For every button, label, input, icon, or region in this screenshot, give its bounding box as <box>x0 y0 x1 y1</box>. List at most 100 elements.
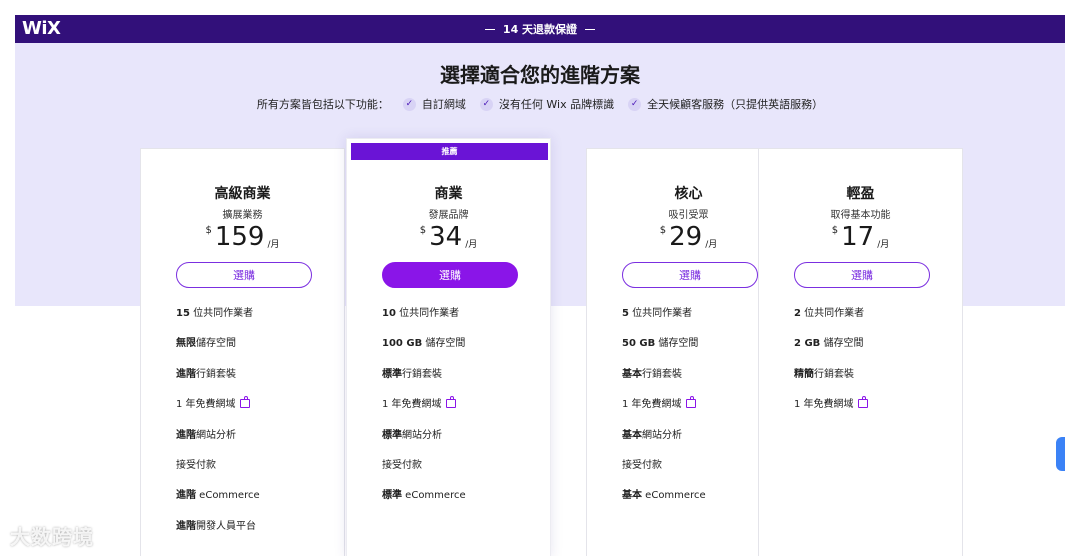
currency-symbol: $ <box>659 225 667 236</box>
feature-text: 網站分析 <box>402 429 442 441</box>
feature-highlight: 無限 <box>176 338 196 350</box>
guarantee-banner: 14 天退款保證 <box>484 21 596 37</box>
feature-item: ✓ 自訂網域 <box>402 96 466 112</box>
plan-feature-item: 進階網站分析 <box>176 426 260 456</box>
plan-feature-item: 進階行銷套裝 <box>176 365 260 395</box>
feature-text: 行銷套裝 <box>642 368 682 380</box>
plan-feature-item: 100 GB 儲存空間 <box>382 334 466 364</box>
feature-highlight: 標準 <box>382 368 402 380</box>
feature-text: 位共同作業者 <box>395 308 460 319</box>
plan-feature-item: 1 年免費網域 <box>176 395 260 425</box>
plan-feature-item: 10 位共同作業者 <box>382 304 466 334</box>
plan-feature-item: 15 位共同作業者 <box>176 304 260 334</box>
features-intro: 所有方案皆包括以下功能： <box>256 98 389 111</box>
price-period: /月 <box>877 240 890 250</box>
plan-subtitle: 發展品牌 <box>428 210 469 221</box>
feature-text: eCommerce <box>196 490 260 502</box>
plan-feature-item: 2 GB 儲存空間 <box>794 334 868 364</box>
plan-name: 商業 <box>434 186 463 202</box>
plan-subtitle: 擴展業務 <box>222 210 263 221</box>
plan-feature-item: 標準網站分析 <box>382 426 466 456</box>
check-icon: ✓ <box>479 97 493 111</box>
feature-highlight: 標準 <box>382 429 402 441</box>
plan-feature-item: 1 年免費網域 <box>794 395 868 425</box>
gift-icon <box>445 396 456 409</box>
feature-text: 行銷套裝 <box>196 368 236 380</box>
feature-text: 位共同作業者 <box>628 308 693 319</box>
select-plan-button[interactable]: 選購 <box>794 262 930 288</box>
feature-text: 位共同作業者 <box>189 308 254 319</box>
feature-text: 1 年免費網域 <box>382 399 442 411</box>
plan-feature-item: 接受付款 <box>622 456 706 486</box>
select-plan-button[interactable]: 選購 <box>382 262 518 288</box>
plan-feature-item: 基本 eCommerce <box>622 486 706 516</box>
plan-feature-item: 1 年免費網域 <box>622 395 706 425</box>
plan-card: 高級商業 擴展業務 $ 159 /月 選購 15 位共同作業者 無限儲存空間 進階行銷套… <box>140 148 345 556</box>
feature-text: 接受付款 <box>176 459 216 471</box>
page-title: 選擇適合您的進階方案 <box>440 63 640 87</box>
plan-feature-list: 10 位共同作業者 100 GB 儲存空間 標準行銷套裝 1 年免費網域 標準網站分析接… <box>382 304 466 517</box>
plan-feature-list: 2 位共同作業者 2 GB 儲存空間 精簡行銷套裝 1 年免費網域 <box>794 304 868 426</box>
feature-highlight: 基本 <box>622 429 642 441</box>
plan-feature-item: 無限儲存空間 <box>176 334 260 364</box>
plan-card: 輕盈 取得基本功能 $ 17 /月 選購 2 位共同作業者 2 GB 儲存空間 精簡行銷… <box>758 148 963 556</box>
feature-highlight: 50 GB <box>622 338 656 350</box>
plan-feature-item: 進階開發人員平台 <box>176 517 260 547</box>
feature-label: 自訂網域 <box>421 98 466 111</box>
features-row: 所有方案皆包括以下功能： ✓ 自訂網域 ✓ 沒有任何 Wix 品牌標識 ✓ 全天候顧客… <box>15 96 1065 112</box>
plan-feature-item: 5 位共同作業者 <box>622 304 706 334</box>
feature-highlight: 進階 <box>176 429 196 441</box>
feature-text: 1 年免費網域 <box>794 399 854 411</box>
feature-text: 接受付款 <box>382 459 422 471</box>
feature-text: eCommerce <box>642 490 706 502</box>
check-icon: ✓ <box>628 97 642 111</box>
feature-highlight: 精簡 <box>794 368 814 380</box>
plan-feature-list: 5 位共同作業者 50 GB 儲存空間 基本行銷套裝 1 年免費網域 基本網站分析 接受付… <box>622 304 706 517</box>
feature-highlight: 基本 <box>622 368 642 380</box>
feature-text: eCommerce <box>402 490 466 502</box>
watermark: 大数跨境 <box>10 525 94 549</box>
feature-item: ✓ 全天候顧客服務（只提供英語服務） <box>628 96 823 112</box>
feature-text: 儲存空間 <box>820 338 864 350</box>
plan-feature-list: 15 位共同作業者 無限儲存空間 進階行銷套裝 1 年免費網域 進階網站分析 接受付款 進階… <box>176 304 260 547</box>
wix-logo[interactable]: WiX <box>22 18 61 39</box>
feature-highlight: 2 GB <box>794 338 821 350</box>
price-amount: 34 <box>429 222 463 252</box>
plan-name: 輕盈 <box>846 186 875 202</box>
plan-feature-item: 標準 eCommerce <box>382 486 466 516</box>
plan-feature-item: 標準行銷套裝 <box>382 365 466 395</box>
price-amount: 29 <box>669 222 703 252</box>
currency-symbol: $ <box>205 225 212 236</box>
feature-highlight: 10 <box>382 308 396 319</box>
top-bar: WiX 14 天退款保證 <box>15 15 1065 43</box>
feature-text: 開發人員平台 <box>196 520 256 532</box>
chat-widget-tab[interactable] <box>1056 437 1065 471</box>
plan-name: 高級商業 <box>214 186 271 202</box>
price-period: /月 <box>267 240 280 250</box>
check-icon: ✓ <box>402 97 416 111</box>
select-plan-button[interactable]: 選購 <box>622 262 758 288</box>
plan-feature-item: 接受付款 <box>176 456 260 486</box>
feature-highlight: 基本 <box>622 490 642 502</box>
feature-text: 接受付款 <box>622 459 662 471</box>
feature-text: 儲存空間 <box>655 338 699 350</box>
feature-item: ✓ 沒有任何 Wix 品牌標識 <box>479 96 614 112</box>
plan-feature-item: 基本行銷套裝 <box>622 365 706 395</box>
recommended-badge: 推薦 <box>351 143 548 160</box>
select-plan-button[interactable]: 選購 <box>176 262 312 288</box>
price-amount: 17 <box>841 222 875 252</box>
currency-symbol: $ <box>831 225 839 236</box>
feature-text: 行銷套裝 <box>814 368 854 380</box>
feature-label: 全天候顧客服務（只提供英語服務） <box>647 98 824 111</box>
plan-subtitle: 取得基本功能 <box>830 210 891 221</box>
plan-feature-item: 2 位共同作業者 <box>794 304 868 334</box>
feature-highlight: 15 <box>176 308 190 319</box>
currency-symbol: $ <box>419 225 427 236</box>
plan-feature-item: 精簡行銷套裝 <box>794 365 868 395</box>
guarantee-text: 14 天退款保證 <box>502 23 578 36</box>
feature-text: 位共同作業者 <box>800 308 865 319</box>
gift-icon <box>857 396 868 409</box>
price-period: /月 <box>705 240 718 250</box>
price-amount: 159 <box>214 222 265 252</box>
feature-highlight: 進階 <box>176 520 196 532</box>
